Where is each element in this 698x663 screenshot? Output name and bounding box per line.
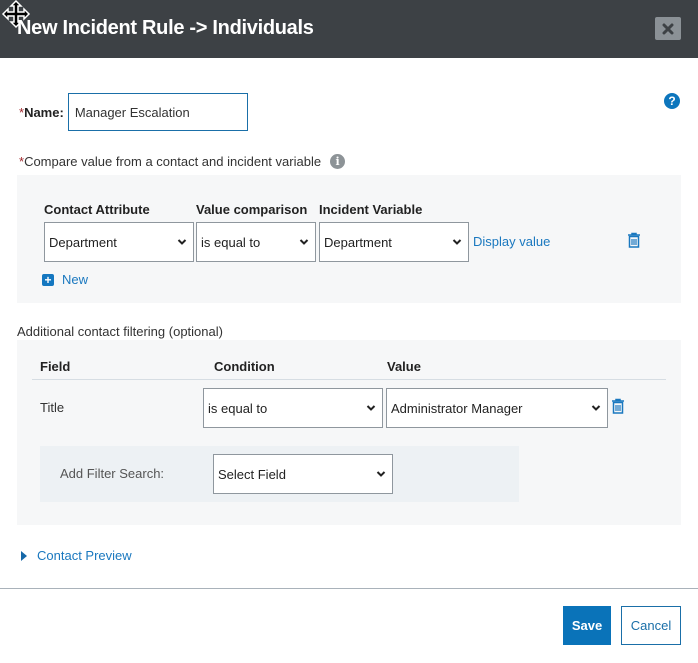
info-circle-icon[interactable]: i <box>330 154 346 169</box>
close-button[interactable] <box>655 17 681 40</box>
filter-field-cell: Title <box>40 400 65 415</box>
question-circle-icon[interactable]: ? <box>664 93 680 109</box>
column-header-value-comparison: Value comparison <box>196 202 308 217</box>
filter-condition-select[interactable]: is equal to <box>203 388 383 428</box>
additional-filtering-label: Additional contact filtering (optional) <box>17 324 223 339</box>
chevron-down-icon <box>177 239 187 245</box>
close-icon <box>662 23 674 34</box>
chevron-down-icon <box>299 239 309 245</box>
contact-preview-toggle[interactable]: Contact Preview <box>21 548 132 563</box>
chevron-down-icon <box>376 471 386 477</box>
contact-attribute-select[interactable]: Department <box>44 222 194 262</box>
name-label: Name: <box>24 104 64 120</box>
trash-icon[interactable] <box>611 398 625 414</box>
trash-icon[interactable] <box>627 232 641 248</box>
add-filter-label: Add Filter Search: <box>60 466 165 481</box>
plus-square-icon: + <box>42 273 54 286</box>
column-header-field: Field <box>40 359 71 374</box>
column-header-condition: Condition <box>214 359 275 374</box>
column-header-contact-attribute: Contact Attribute <box>44 202 150 217</box>
incident-variable-select[interactable]: Department <box>319 222 469 262</box>
compare-section-label: * Compare value from a contact and incid… <box>19 154 346 169</box>
display-value-link[interactable]: Display value <box>473 234 550 249</box>
compare-label-text: Compare value from a contact and inciden… <box>24 154 322 169</box>
caret-right-icon <box>21 550 27 561</box>
dialog-header[interactable]: New Incident Rule -> Individuals <box>0 0 698 58</box>
value-comparison-value: is equal to <box>201 234 261 250</box>
name-field-row: * Name: <box>19 93 248 131</box>
save-button[interactable]: Save <box>563 606 611 645</box>
cancel-button[interactable]: Cancel <box>621 606 681 645</box>
column-header-value: Value <box>387 359 421 374</box>
filter-value-value: Administrator Manager <box>391 400 523 416</box>
incident-variable-value: Department <box>324 234 392 250</box>
footer-divider <box>0 588 698 589</box>
value-comparison-select[interactable]: is equal to <box>196 222 316 262</box>
name-input[interactable] <box>67 93 248 131</box>
header-divider <box>32 379 666 380</box>
dialog-title: New Incident Rule -> Individuals <box>17 17 314 39</box>
chevron-down-icon <box>366 405 376 411</box>
chevron-down-icon <box>452 239 462 245</box>
filter-value-select[interactable]: Administrator Manager <box>386 388 608 428</box>
contact-attribute-value: Department <box>49 234 117 250</box>
add-filter-select[interactable]: Select Field <box>213 454 393 494</box>
new-compare-button[interactable]: + New <box>42 272 88 287</box>
filter-condition-value: is equal to <box>208 400 268 416</box>
add-filter-selected: Select Field <box>218 466 286 482</box>
chevron-down-icon <box>591 405 601 411</box>
contact-preview-label: Contact Preview <box>37 548 132 563</box>
column-header-incident-variable: Incident Variable <box>319 202 423 217</box>
new-label: New <box>62 272 89 287</box>
